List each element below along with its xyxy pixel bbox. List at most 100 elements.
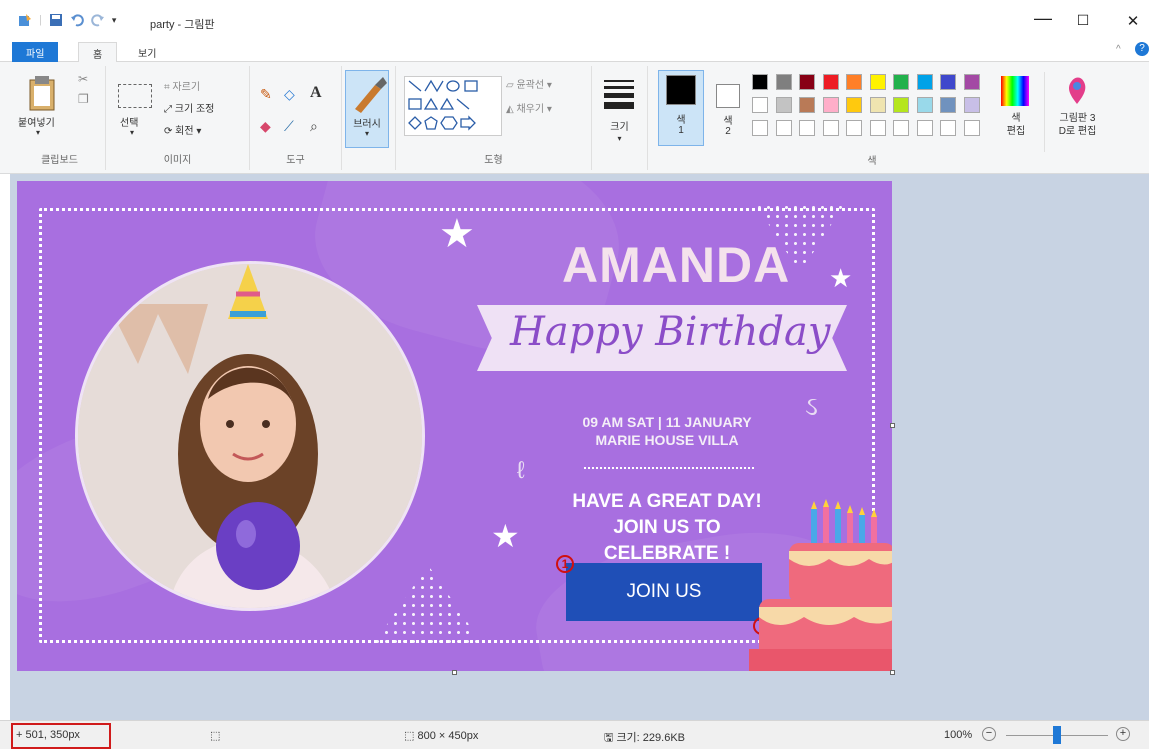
tab-home[interactable]: 홈 [78, 42, 118, 63]
file-size: 🖫 크기: 229.6KB [604, 729, 685, 748]
palette-swatch[interactable] [916, 120, 933, 136]
palette-swatch[interactable] [916, 74, 933, 90]
paint3d-button[interactable]: 그림판 3 D로 편집 [1044, 72, 1110, 152]
tab-file[interactable]: 파일 [12, 42, 59, 62]
rotate-label: 회전 ▾ [175, 126, 202, 137]
resize-handle-bottom[interactable] [452, 670, 457, 675]
palette-swatch[interactable] [963, 120, 980, 136]
fill-button[interactable]: ◭ 채우기 ▾ [506, 100, 552, 115]
color-picker-icon[interactable]: ⟋ [284, 118, 294, 135]
edit-colors-button[interactable]: 색 편집 [996, 72, 1036, 152]
palette-swatch[interactable] [846, 120, 862, 136]
palette-swatch[interactable] [799, 97, 815, 113]
resize-button[interactable]: ⤢ 크기 조정 [164, 100, 214, 115]
palette-swatch[interactable] [869, 120, 886, 136]
palette-swatch[interactable] [869, 97, 886, 113]
palette-swatch[interactable] [940, 97, 956, 113]
paint3d-icon [1067, 76, 1087, 104]
minimize-button[interactable]: — [1028, 8, 1058, 29]
redo-icon[interactable] [91, 13, 105, 27]
eraser-icon[interactable]: ◆ [260, 118, 271, 135]
palette-swatch[interactable] [775, 97, 792, 113]
palette-swatch[interactable] [752, 120, 768, 136]
card-name-heading: AMANDA [562, 237, 791, 293]
palette-swatch[interactable] [846, 74, 862, 90]
status-bar: + 501, 350px ⬚ ⬚ 800 × 450px 🖫 크기: 229.6… [0, 720, 1149, 749]
shapes-gallery[interactable] [404, 76, 502, 136]
brush-dropdown-icon: ▾ [364, 129, 369, 138]
text-icon[interactable]: A [310, 84, 322, 102]
select-dropdown-icon[interactable]: ▾ [130, 128, 134, 137]
collapse-ribbon-icon[interactable]: ^ [1116, 44, 1121, 55]
palette-swatch[interactable] [893, 97, 909, 113]
palette-swatch[interactable] [940, 74, 956, 90]
size-label[interactable]: 크기 [592, 118, 647, 133]
size-dropdown-icon[interactable]: ▾ [592, 134, 647, 143]
palette-swatch[interactable] [822, 74, 839, 90]
size-icon[interactable] [604, 80, 634, 109]
undo-icon[interactable] [70, 13, 84, 27]
zoom-in-button[interactable]: + [1116, 727, 1130, 741]
shapes-icon [408, 79, 478, 131]
fill-icon[interactable]: ◇ [284, 86, 295, 103]
copy-icon[interactable]: ❐ [78, 92, 89, 106]
color1-button[interactable]: 색 1 [658, 70, 704, 146]
palette-swatch[interactable] [822, 97, 839, 113]
palette-swatch[interactable] [752, 74, 768, 90]
zoom-slider-thumb[interactable] [1053, 726, 1061, 744]
palette-swatch[interactable] [963, 74, 980, 90]
palette-swatch[interactable] [799, 120, 815, 136]
magnifier-icon[interactable]: ⌕ [310, 118, 318, 135]
tab-view[interactable]: 보기 [124, 42, 170, 62]
color2-label: 색 [723, 116, 733, 127]
palette-swatch[interactable] [893, 74, 909, 90]
window-title: party - 그림판 [150, 16, 215, 32]
quick-access-toolbar: | ▾ [18, 13, 116, 27]
help-icon[interactable]: ? [1135, 42, 1149, 56]
resize-handle-corner[interactable] [890, 670, 895, 675]
birthday-card-image[interactable]: ★ ★ ★ AMANDA Happy Birthday ઽ ℓ 09 AM SA… [17, 181, 892, 671]
rotate-button[interactable]: ⟳ 회전 ▾ [164, 122, 201, 137]
zoom-out-button[interactable]: − [982, 727, 996, 741]
palette-swatch[interactable] [916, 97, 933, 113]
message-line1: HAVE A GREAT DAY! [572, 491, 762, 512]
outline-button[interactable]: ▱ 윤곽선 ▾ [506, 76, 552, 91]
palette-swatch[interactable] [775, 120, 792, 136]
paste-icon[interactable] [26, 74, 60, 114]
image-dimensions: ⬚ 800 × 450px [404, 729, 478, 742]
save-icon[interactable] [49, 13, 63, 27]
crop-button[interactable]: ⌗ 자르기 [164, 78, 200, 93]
palette-swatch[interactable] [752, 97, 768, 113]
brush-icon [355, 77, 387, 113]
star-icon: ★ [829, 263, 853, 293]
palette-swatch[interactable] [846, 97, 862, 113]
paste-dropdown-icon[interactable]: ▾ [36, 128, 40, 137]
rotate-icon: ⟳ [164, 126, 173, 137]
palette-swatch[interactable] [963, 97, 980, 113]
outline-icon: ▱ [506, 80, 514, 91]
select-icon[interactable] [118, 84, 152, 108]
color-palette [752, 74, 992, 148]
resize-handle-right[interactable] [890, 423, 895, 428]
maximize-button[interactable]: ☐ [1068, 12, 1098, 29]
pencil-icon[interactable]: ✎ [260, 86, 272, 103]
paste-label[interactable]: 붙여넣기 [18, 114, 55, 129]
paint3d-label: 그림판 3 D로 편집 [1058, 113, 1097, 137]
qa-customize-icon[interactable]: ▾ [112, 15, 117, 26]
select-label[interactable]: 선택 [120, 114, 138, 129]
join-us-button[interactable]: JOIN US [566, 563, 762, 621]
palette-swatch[interactable] [869, 74, 886, 90]
palette-swatch[interactable] [940, 120, 956, 136]
palette-swatch[interactable] [822, 120, 839, 136]
cake-illustration [749, 499, 892, 671]
cut-icon[interactable]: ✂ [78, 72, 88, 86]
close-button[interactable]: ✕ [1118, 12, 1148, 30]
group-size: 크기 ▾ [592, 66, 648, 170]
dotted-divider [584, 467, 754, 469]
color2-button[interactable]: 색 2 [708, 70, 748, 146]
palette-swatch[interactable] [775, 74, 792, 90]
qa-separator: | [39, 14, 42, 26]
palette-swatch[interactable] [893, 120, 909, 136]
palette-swatch[interactable] [799, 74, 815, 90]
brush-button[interactable]: 브러시 ▾ [345, 70, 389, 148]
